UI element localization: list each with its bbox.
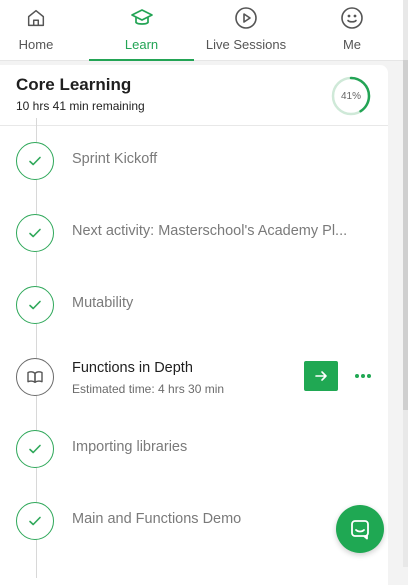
item-title: Main and Functions Demo: [72, 511, 242, 527]
list-item[interactable]: Mutability: [0, 276, 388, 336]
home-icon: [23, 5, 49, 31]
check-icon: [16, 502, 54, 540]
tab-label: Learn: [124, 37, 159, 52]
chat-button[interactable]: [336, 505, 384, 553]
tab-label: Me: [342, 37, 362, 52]
estimated-time: Estimated time: 4 hrs 30 min: [72, 382, 225, 396]
chat-icon: [351, 520, 369, 540]
scrollbar-thumb[interactable]: [403, 60, 408, 410]
book-icon: [16, 358, 54, 396]
start-activity-button[interactable]: [304, 361, 338, 391]
item-title: Sprint Kickoff: [72, 151, 158, 167]
tab-label: Live Sessions: [205, 37, 287, 52]
course-header: Core Learning 10 hrs 41 min remaining 41…: [0, 65, 388, 126]
list-item[interactable]: Next activity: Masterschool's Academy Pl…: [0, 204, 388, 264]
more-options-button[interactable]: [352, 366, 374, 386]
item-title: Functions in Depth: [72, 360, 193, 376]
play-circle-icon: [233, 5, 259, 31]
scrollbar-track[interactable]: [403, 0, 408, 567]
course-title: Core Learning: [16, 75, 132, 94]
arrow-right-icon: [315, 371, 327, 381]
tab-label: Home: [18, 37, 54, 52]
check-icon: [16, 430, 54, 468]
progress-percent: 41%: [340, 90, 361, 102]
list-item-current[interactable]: Functions in Depth Estimated time: 4 hrs…: [0, 348, 388, 408]
item-title: Importing libraries: [72, 439, 188, 455]
time-remaining: 10 hrs 41 min remaining: [16, 99, 145, 113]
top-navigation: Home Learn Live Sessions Me: [0, 0, 403, 61]
check-icon: [16, 214, 54, 252]
list-item[interactable]: Importing libraries: [0, 420, 388, 480]
tab-live-sessions[interactable]: Live Sessions: [200, 0, 292, 60]
list-item[interactable]: Sprint Kickoff: [0, 132, 388, 192]
smiley-icon: [339, 5, 365, 31]
graduation-cap-icon: [129, 5, 155, 31]
item-title: Next activity: Masterschool's Academy Pl…: [72, 223, 348, 239]
check-icon: [16, 286, 54, 324]
tab-me[interactable]: Me: [318, 0, 386, 60]
tab-learn[interactable]: Learn: [89, 0, 194, 61]
check-icon: [16, 142, 54, 180]
item-title: Mutability: [72, 295, 134, 311]
more-dots-icon: [355, 374, 371, 378]
tab-home[interactable]: Home: [0, 0, 72, 60]
list-item[interactable]: Main and Functions Demo: [0, 492, 388, 552]
